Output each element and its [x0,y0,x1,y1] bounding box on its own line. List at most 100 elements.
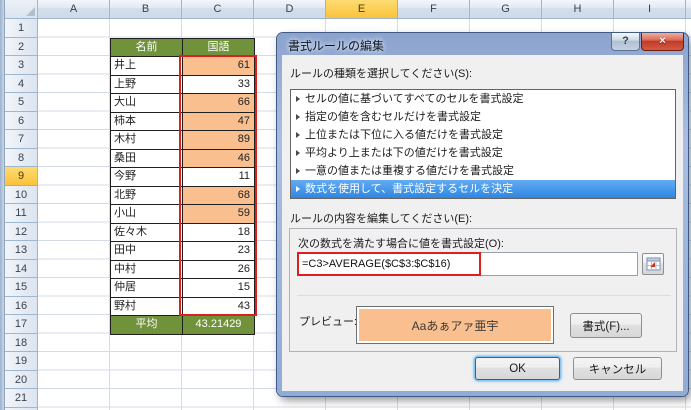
rule-type-item-6[interactable]: 数式を使用して、書式設定するセルを決定 [291,180,675,198]
row-header-18[interactable]: 18 [5,333,38,352]
column-header-D[interactable]: D [254,0,326,18]
table-row: 中村 26 [111,260,255,279]
row-header-5[interactable]: 5 [5,93,38,112]
rule-content-label: ルールの内容を編集してください(E): [290,213,473,225]
rule-type-item-2[interactable]: 指定の値を含むセルだけを書式設定 [291,108,675,126]
cell-C13[interactable]: 23 [183,242,255,261]
table-row: 大山 66 [111,94,255,113]
row-header-17[interactable]: 17 [5,315,38,334]
row-header-7[interactable]: 7 [5,130,38,149]
cell-B16[interactable]: 野村 [111,297,183,316]
format-button[interactable]: 書式(F)... [570,313,642,338]
item-arrow-icon [296,114,300,120]
cell-B2[interactable]: 名前 [111,38,183,57]
table-row: 平均 43.21429 [111,316,255,335]
cell-B6[interactable]: 柿本 [111,112,183,131]
table-row: 井上 61 [111,57,255,76]
row-header-12[interactable]: 12 [5,222,38,241]
cell-C16[interactable]: 43 [183,297,255,316]
table-row: 木村 89 [111,131,255,150]
cell-C3[interactable]: 61 [183,57,255,76]
cell-C4[interactable]: 33 [183,75,255,94]
row-header-15[interactable]: 15 [5,278,38,297]
cell-C6[interactable]: 47 [183,112,255,131]
row-header-6[interactable]: 6 [5,111,38,130]
column-header-A[interactable]: A [38,0,110,18]
rule-type-item-5[interactable]: 一意の値または重複する値だけを書式設定 [291,162,675,180]
close-icon[interactable]: × [641,33,684,51]
cell-B13[interactable]: 田中 [111,242,183,261]
cell-B7[interactable]: 木村 [111,131,183,150]
row-header-14[interactable]: 14 [5,259,38,278]
cell-C5[interactable]: 66 [183,94,255,113]
cell-C7[interactable]: 89 [183,131,255,150]
row-header-16[interactable]: 16 [5,296,38,315]
dialog-body: ルールの種類を選択してください(S): セルの値に基づいてすべてのセルを書式設定… [282,55,683,391]
row-header-20[interactable]: 20 [5,370,38,389]
groupbox-separator [297,295,671,296]
cell-B4[interactable]: 上野 [111,75,183,94]
row-header-2[interactable]: 2 [5,37,38,56]
cell-C17[interactable]: 43.21429 [183,316,255,335]
table-row: 野村 43 [111,297,255,316]
rule-type-item-4[interactable]: 平均より上または下の値だけを書式設定 [291,144,675,162]
edit-formatting-rule-dialog: 書式ルールの編集 ? × ルールの種類を選択してください(S): セルの値に基づ… [277,33,688,396]
table-row: 北野 68 [111,186,255,205]
rule-type-label: ルールの種類を選択してください(S): [290,68,473,80]
cell-B10[interactable]: 北野 [111,186,183,205]
row-header-3[interactable]: 3 [5,56,38,75]
cell-C9[interactable]: 11 [183,168,255,187]
dialog-title: 書式ルールの編集 [288,39,385,53]
column-header-E[interactable]: E [326,0,398,18]
row-header-9[interactable]: 9 [5,167,38,186]
cell-B17[interactable]: 平均 [111,316,183,335]
ok-button[interactable]: OK [475,357,560,380]
cell-B8[interactable]: 桑田 [111,149,183,168]
help-icon[interactable]: ? [611,33,640,51]
cell-C12[interactable]: 18 [183,223,255,242]
select-all-button[interactable] [5,0,38,18]
select-all-triangle-icon [26,7,35,16]
column-header-F[interactable]: F [398,0,470,18]
cell-B5[interactable]: 大山 [111,94,183,113]
table-row: 桑田 46 [111,149,255,168]
cell-C2[interactable]: 国語 [183,38,255,57]
column-header-C[interactable]: C [182,0,254,18]
row-header-4[interactable]: 4 [5,74,38,93]
cell-B15[interactable]: 仲居 [111,279,183,298]
column-header-H[interactable]: H [542,0,614,18]
column-header-I[interactable]: I [614,0,686,18]
item-arrow-icon [296,186,300,192]
cell-C11[interactable]: 59 [183,205,255,224]
cell-B9[interactable]: 今野 [111,168,183,187]
rule-type-item-label: 平均より上または下の値だけを書式設定 [305,147,503,159]
column-header-B[interactable]: B [110,0,182,18]
range-selector-button[interactable] [642,253,664,275]
cell-C8[interactable]: 46 [183,149,255,168]
cell-B11[interactable]: 小山 [111,205,183,224]
row-header-1[interactable]: 1 [5,19,38,38]
cell-C14[interactable]: 26 [183,260,255,279]
cancel-button[interactable]: キャンセル [573,357,662,380]
row-header-13[interactable]: 13 [5,241,38,260]
cell-B3[interactable]: 井上 [111,57,183,76]
cell-C10[interactable]: 68 [183,186,255,205]
row-header-8[interactable]: 8 [5,148,38,167]
preview-box: Aaあぁアァ亜宇 [356,306,554,344]
table-row: 今野 11 [111,168,255,187]
row-header-19[interactable]: 19 [5,352,38,371]
table-row: 上野 33 [111,75,255,94]
formula-input[interactable] [297,252,638,276]
row-header-21[interactable]: 21 [5,389,38,408]
rule-content-groupbox: 次の数式を満たす場合に値を書式設定(O): プレビュー: [289,228,677,352]
column-header-G[interactable]: G [470,0,542,18]
rule-type-item-1[interactable]: セルの値に基づいてすべてのセルを書式設定 [291,90,675,108]
cell-C15[interactable]: 15 [183,279,255,298]
row-header-10[interactable]: 10 [5,185,38,204]
rule-type-item-label: セルの値に基づいてすべてのセルを書式設定 [305,93,524,105]
row-header-11[interactable]: 11 [5,204,38,223]
cell-B14[interactable]: 中村 [111,260,183,279]
item-arrow-icon [296,96,300,102]
rule-type-item-3[interactable]: 上位または下位に入る値だけを書式設定 [291,126,675,144]
cell-B12[interactable]: 佐々木 [111,223,183,242]
